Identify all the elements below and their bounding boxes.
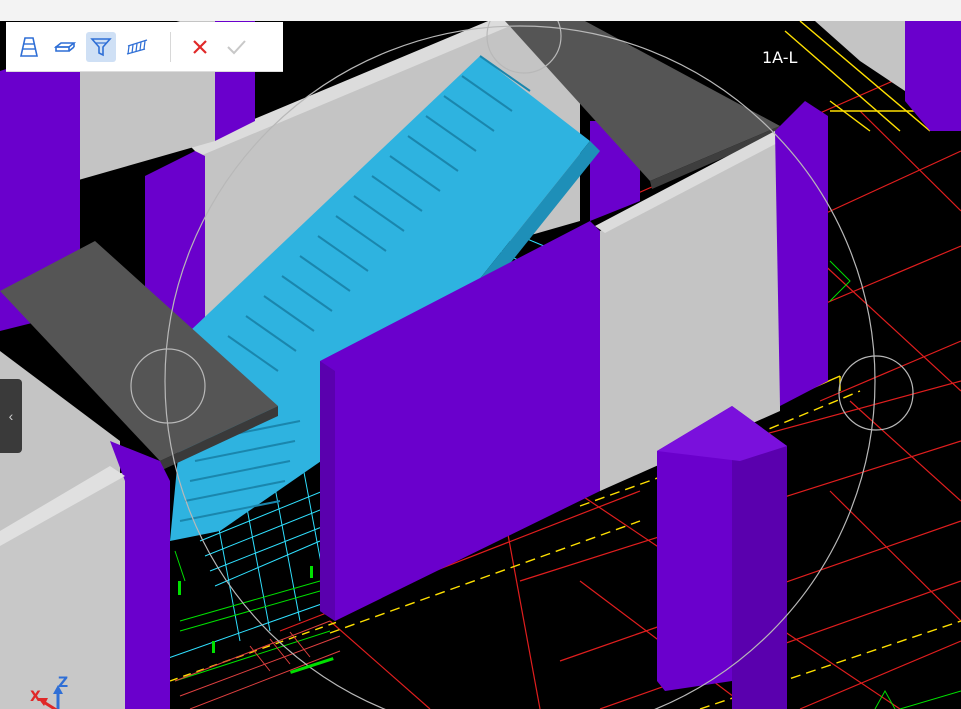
landing-slab-icon <box>54 41 76 52</box>
green-annotation-marks <box>178 566 334 674</box>
stair-flight-button[interactable] <box>14 32 44 62</box>
toolbar-separator <box>170 31 171 62</box>
axis-x-label: X <box>30 689 41 705</box>
railing-button[interactable] <box>122 32 152 62</box>
view-axis-indicator: X Z <box>28 675 78 709</box>
building-model-scene[interactable] <box>0 21 961 709</box>
confirm-button[interactable] <box>221 32 251 62</box>
chevron-left-icon: ‹ <box>8 408 14 424</box>
railing-icon <box>126 38 148 55</box>
landing-slab-button[interactable] <box>50 32 80 62</box>
purple-pillar-right <box>775 101 828 406</box>
filter-button[interactable] <box>86 31 116 62</box>
far-right-wall-gray <box>815 21 905 91</box>
checkmark-icon <box>227 39 246 54</box>
grid-axis-label: 1A-L <box>762 48 798 67</box>
edit-toolbar <box>6 22 283 72</box>
orbit-handle-right[interactable] <box>838 355 914 431</box>
funnel-filter-icon <box>90 37 112 56</box>
3d-viewport[interactable]: 1A-L ‹ X Z <box>0 21 961 709</box>
axis-z-label: Z <box>58 675 69 691</box>
side-panel-toggle[interactable]: ‹ <box>0 379 22 453</box>
close-icon <box>193 39 207 54</box>
stair-flight-icon <box>20 36 38 57</box>
cancel-button[interactable] <box>185 32 215 62</box>
front-purple-wall-side <box>320 361 335 621</box>
purple-pillar-far-right <box>905 21 961 131</box>
